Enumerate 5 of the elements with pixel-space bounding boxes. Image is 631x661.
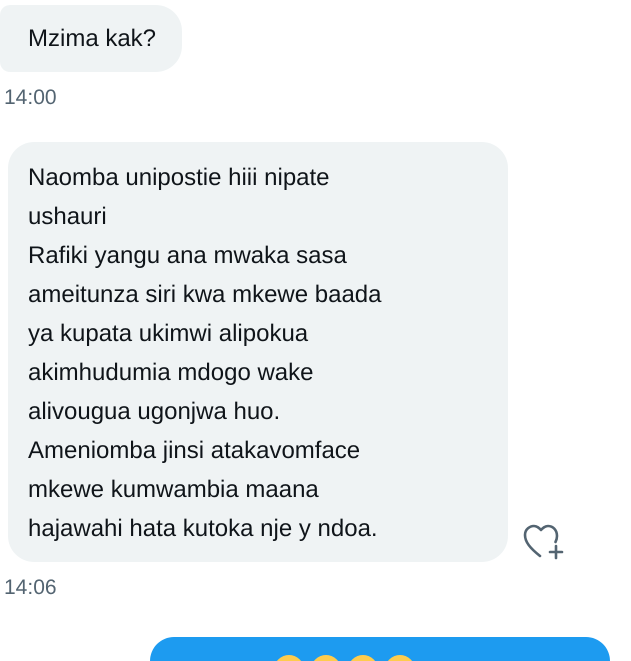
message-bubble: Mzima kak? xyxy=(0,5,182,72)
message-bubble: Naomba unipostie hiii nipate ushauri Rafiki yangu ana mwaka sasa ameitunza siri kwa mkewe baada ya kupata ukimwi alipokua akimhudumia mdogo wake alivougua ugonjwa huo. Ameniomba jinsi atakavomface mkewe kumwambia maana hajawahi hata kutoka nje y ndoa. xyxy=(8,142,508,562)
message-time: 14:00 xyxy=(4,85,58,111)
message-time: 14:06 xyxy=(4,574,58,600)
heart-plus-icon[interactable] xyxy=(522,524,566,560)
